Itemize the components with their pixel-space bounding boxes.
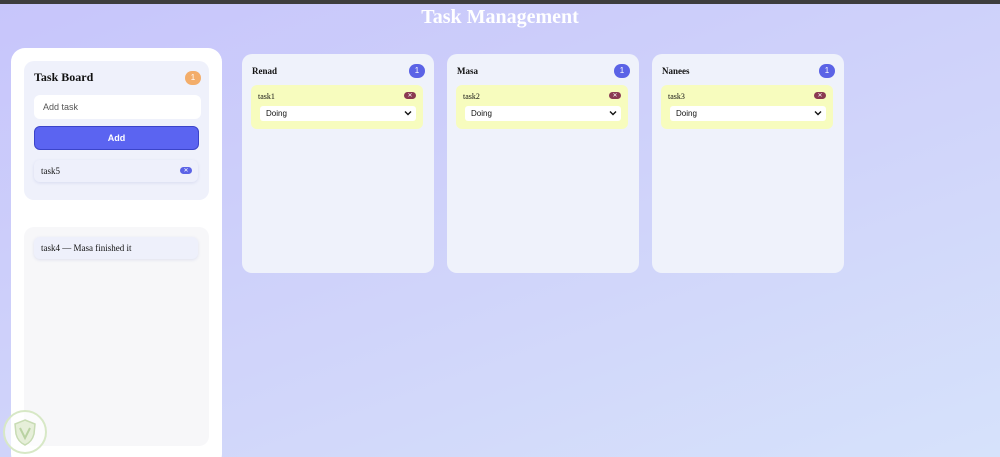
- page-title: Task Management: [421, 6, 579, 28]
- pending-task-label: task5: [41, 166, 60, 176]
- top-border: [0, 0, 1000, 4]
- column-count-badge: 1: [614, 64, 630, 78]
- close-icon[interactable]: ✕: [814, 92, 826, 99]
- task-board-card: Task Board 1 Add task5 ✕: [24, 61, 209, 200]
- task-card[interactable]: task1 ✕ Doing: [251, 85, 423, 129]
- column-count-badge: 1: [819, 64, 835, 78]
- status-select[interactable]: Doing: [670, 106, 826, 121]
- chevron-down-icon: [609, 111, 617, 116]
- sidebar-panel: Task Board 1 Add task5 ✕ task4 — Masa fi…: [11, 48, 222, 457]
- column-count-badge: 1: [409, 64, 425, 78]
- status-select[interactable]: Doing: [465, 106, 621, 121]
- status-value: Doing: [266, 109, 287, 118]
- pending-task-item[interactable]: task5 ✕: [34, 160, 198, 182]
- chevron-down-icon: [814, 111, 822, 116]
- done-item-label: task4 — Masa finished it: [41, 243, 132, 253]
- status-select[interactable]: Doing: [260, 106, 416, 121]
- column-masa: Masa 1 task2 ✕ Doing: [447, 54, 639, 273]
- done-list-card: task4 — Masa finished it: [24, 227, 209, 446]
- task-board-count-badge: 1: [185, 71, 201, 85]
- close-icon[interactable]: ✕: [180, 167, 192, 174]
- task-label: task3: [668, 92, 685, 101]
- column-nanees: Nanees 1 task3 ✕ Doing: [652, 54, 844, 273]
- done-list-item: task4 — Masa finished it: [34, 237, 198, 259]
- chevron-down-icon: [404, 111, 412, 116]
- task-board-title: Task Board: [34, 70, 94, 84]
- status-value: Doing: [676, 109, 697, 118]
- column-name: Renad: [252, 66, 278, 76]
- task-label: task1: [258, 92, 275, 101]
- task-card[interactable]: task3 ✕ Doing: [661, 85, 833, 129]
- status-value: Doing: [471, 109, 492, 118]
- close-icon[interactable]: ✕: [404, 92, 416, 99]
- shield-icon: [14, 419, 36, 446]
- column-name: Nanees: [662, 66, 690, 76]
- add-task-button[interactable]: Add: [34, 126, 199, 150]
- column-name: Masa: [457, 66, 478, 76]
- task-card[interactable]: task2 ✕ Doing: [456, 85, 628, 129]
- close-icon[interactable]: ✕: [609, 92, 621, 99]
- task-label: task2: [463, 92, 480, 101]
- add-task-input[interactable]: [34, 95, 201, 119]
- column-renad: Renad 1 task1 ✕ Doing: [242, 54, 434, 273]
- shield-logo-icon: [3, 410, 47, 454]
